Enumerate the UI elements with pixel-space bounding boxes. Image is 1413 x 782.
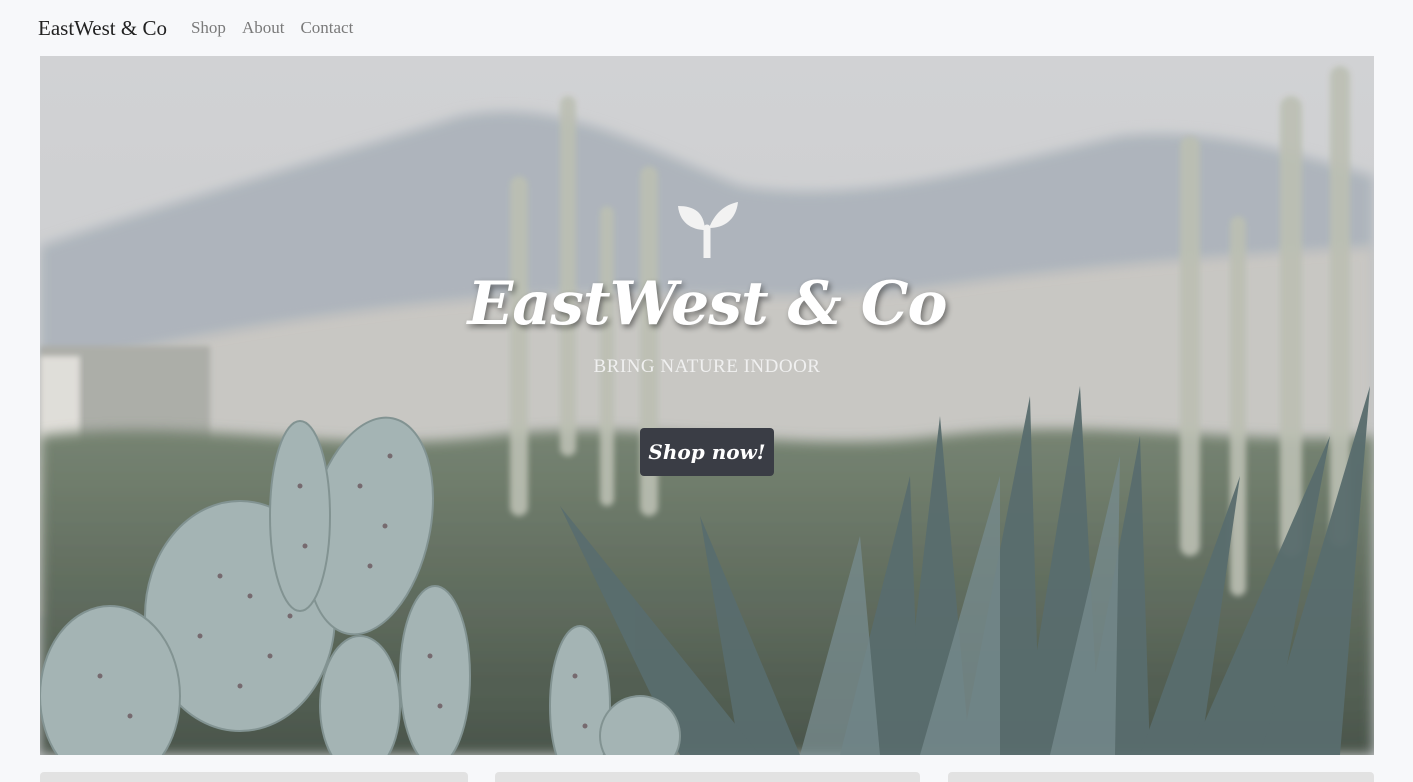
product-card-3[interactable] bbox=[948, 772, 1374, 782]
hero-title: EastWest & Co bbox=[467, 269, 948, 339]
brand-logo-link[interactable]: EastWest & Co bbox=[38, 16, 167, 41]
nav-link-about[interactable]: About bbox=[242, 18, 285, 38]
sprout-icon bbox=[678, 202, 738, 258]
hero-subtitle: BRING NATURE INDOOR bbox=[593, 356, 821, 377]
hero-banner: EastWest & Co BRING NATURE INDOOR Shop n… bbox=[40, 56, 1374, 755]
shop-now-button[interactable]: Shop now! bbox=[640, 428, 774, 476]
product-card-2[interactable] bbox=[495, 772, 920, 782]
top-navbar: EastWest & Co Shop About Contact bbox=[0, 0, 1413, 56]
nav-link-contact[interactable]: Contact bbox=[300, 18, 353, 38]
product-card-1[interactable] bbox=[40, 772, 468, 782]
hero-content: EastWest & Co BRING NATURE INDOOR Shop n… bbox=[40, 56, 1374, 755]
nav-link-shop[interactable]: Shop bbox=[191, 18, 226, 38]
